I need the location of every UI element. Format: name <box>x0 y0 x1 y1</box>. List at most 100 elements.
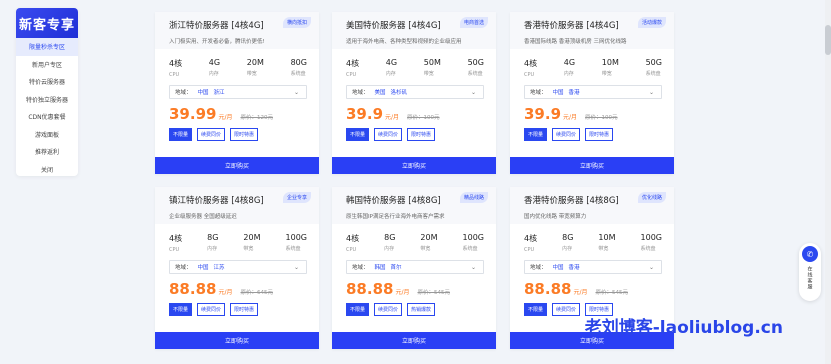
online-service-widget[interactable]: ✆ 在线客服 <box>799 243 821 301</box>
region-select[interactable]: 地域： 韩国 首尔 ⌄ <box>346 260 484 274</box>
tag-row: 不限量 续费同价 限时特惠 <box>510 123 674 141</box>
spec-disk: 80G <box>290 58 307 67</box>
product-badge: 电商首选 <box>459 17 488 28</box>
price-row: 39.99 元/月 原价：120元 <box>169 105 273 123</box>
new-customer-sidebar: 新客专享 限量秒杀专区 新用户专区 特价云服务器 特价独立服务器 CDN优惠套餐… <box>16 8 78 176</box>
spec-disk: 100G <box>285 233 307 242</box>
spec-ram: 8G <box>207 233 219 242</box>
price-value: 88.88 <box>169 280 217 298</box>
product-card: 镇江特价服务器 [4核8G] 企业级服务器 全国超级延迟 企业专享 4核 CPU … <box>155 187 319 349</box>
spec-disk: 50G <box>467 58 484 67</box>
spec-cpu: 4核 <box>169 59 183 68</box>
tag-renew: 续费同价 <box>374 128 403 141</box>
tag-promo: 限时特惠 <box>585 128 614 141</box>
region-select[interactable]: 地域： 中国 江苏 ⌄ <box>169 260 307 274</box>
sidebar-header: 新客专享 <box>16 8 78 38</box>
tag-row: 不限量 续费同价 限时特惠 <box>332 123 496 141</box>
sidebar-item-flash-sale[interactable]: 限量秒杀专区 <box>16 38 78 56</box>
spec-disk: 50G <box>645 58 662 67</box>
product-badge: 企业专享 <box>282 192 311 203</box>
buy-now-button[interactable]: 立即购买 <box>155 332 319 349</box>
buy-now-button[interactable]: 立即购买 <box>332 157 496 174</box>
spec-ram: 4G <box>385 58 398 67</box>
spec-cpu: 4核 <box>346 234 360 243</box>
spec-bandwidth: 20M <box>246 58 264 67</box>
original-price: 原价：545元 <box>595 290 628 296</box>
tag-renew: 续费同价 <box>197 303 226 316</box>
tag-hot: 热销爆款 <box>407 303 436 316</box>
price-row: 88.88 元/月 原价：545元 <box>346 280 450 298</box>
tag-unlimited: 不限量 <box>346 303 370 316</box>
spec-bandwidth: 20M <box>420 233 438 242</box>
tag-unlimited: 不限量 <box>524 128 548 141</box>
spec-bandwidth: 10M <box>601 58 619 67</box>
original-price: 原价：100元 <box>407 115 440 121</box>
spec-row: 4核 CPU 8G 内存 20M 带宽 100G 系统盘 <box>346 233 484 253</box>
chevron-down-icon: ⌄ <box>648 88 654 96</box>
tag-promo: 限时特惠 <box>230 303 259 316</box>
original-price: 原价：120元 <box>240 115 273 121</box>
tag-renew: 续费同价 <box>552 303 581 316</box>
sidebar-item-cdn[interactable]: CDN优惠套餐 <box>16 108 78 126</box>
sidebar-item-cloud-server[interactable]: 特价云服务器 <box>16 73 78 91</box>
spec-disk: 100G <box>640 233 662 242</box>
tag-row: 不限量 续费同价 限时特惠 <box>155 298 319 316</box>
product-card: 香港特价服务器 [4核4G] 香港国际线路 香港顶级机房 三网优化线路 活动爆款… <box>510 12 674 174</box>
price-value: 39.9 <box>346 105 384 123</box>
sidebar-item-new-user[interactable]: 新用户专区 <box>16 56 78 74</box>
chevron-down-icon: ⌄ <box>648 263 654 271</box>
product-card: 韩国特价服务器 [4核8G] 原生韩国IP满足各行业海外电商客户需求 精品线路 … <box>332 187 496 349</box>
region-select[interactable]: 地域： 中国 香港 ⌄ <box>524 260 662 274</box>
price-row: 39.9 元/月 原价：100元 <box>524 105 618 123</box>
sidebar-item-referral[interactable]: 推荐返利 <box>16 143 78 161</box>
chevron-down-icon: ⌄ <box>293 263 299 271</box>
spec-ram: 4G <box>563 58 576 67</box>
price-row: 39.9 元/月 原价：100元 <box>346 105 440 123</box>
chevron-down-icon: ⌄ <box>293 88 299 96</box>
product-desc: 入门极实用、开发者必备，腾讯价更低! <box>169 39 265 45</box>
tag-renew: 续费同价 <box>197 128 226 141</box>
spec-row: 4核 CPU 4G 内存 10M 带宽 50G 系统盘 <box>524 58 662 78</box>
tag-row: 不限量 续费同价 热销爆款 <box>332 298 496 316</box>
product-badge: 优化线路 <box>637 192 666 203</box>
price-value: 88.88 <box>524 280 572 298</box>
phone-icon: ✆ <box>802 246 818 262</box>
product-badge: 横向抵扣 <box>282 17 311 28</box>
region-select[interactable]: 地域： 美国 洛杉矶 ⌄ <box>346 85 484 99</box>
product-desc: 适用于海外电商、各种类型和视频的企业级应用 <box>346 39 462 45</box>
spec-row: 4核 CPU 8G 内存 10M 带宽 100G 系统盘 <box>524 233 662 253</box>
buy-now-button[interactable]: 立即购买 <box>332 332 496 349</box>
scrollbar-thumb[interactable] <box>825 25 831 55</box>
tag-unlimited: 不限量 <box>346 128 370 141</box>
tag-unlimited: 不限量 <box>169 128 193 141</box>
original-price: 原价：645元 <box>240 290 273 296</box>
product-desc: 原生韩国IP满足各行业海外电商客户需求 <box>346 214 445 220</box>
price-value: 88.88 <box>346 280 394 298</box>
original-price: 原价：545元 <box>417 290 450 296</box>
tag-unlimited: 不限量 <box>169 303 193 316</box>
watermark: 老刘博客-laoliublog.cn <box>584 318 783 338</box>
spec-row: 4核 CPU 4G 内存 50M 带宽 50G 系统盘 <box>346 58 484 78</box>
spec-row: 4核 CPU 8G 内存 20M 带宽 100G 系统盘 <box>169 233 307 253</box>
region-select[interactable]: 地域： 中国 浙江 ⌄ <box>169 85 307 99</box>
price-row: 88.88 元/月 原价：645元 <box>169 280 273 298</box>
buy-now-button[interactable]: 立即购买 <box>510 157 674 174</box>
spec-cpu: 4核 <box>346 59 360 68</box>
product-card: 浙江特价服务器 [4核4G] 入门极实用、开发者必备，腾讯价更低! 横向抵扣 4… <box>155 12 319 174</box>
product-desc: 香港国际线路 香港顶级机房 三网优化线路 <box>524 39 627 45</box>
page-scrollbar[interactable] <box>825 0 831 364</box>
spec-cpu: 4核 <box>524 59 538 68</box>
tag-unlimited: 不限量 <box>524 303 548 316</box>
chevron-down-icon: ⌄ <box>470 88 476 96</box>
spec-ram: 8G <box>384 233 396 242</box>
tag-renew: 续费同价 <box>374 303 403 316</box>
sidebar-item-dedicated-server[interactable]: 特价独立服务器 <box>16 91 78 109</box>
buy-now-button[interactable]: 立即购买 <box>155 157 319 174</box>
spec-cpu: 4核 <box>169 234 183 243</box>
sidebar-close[interactable]: 关闭 <box>16 161 78 179</box>
spec-bandwidth: 10M <box>598 233 616 242</box>
spec-bandwidth: 20M <box>243 233 261 242</box>
sidebar-item-game-panel[interactable]: 游戏面板 <box>16 126 78 144</box>
tag-row: 不限量 续费同价 限时特惠 <box>155 123 319 141</box>
region-select[interactable]: 地域： 中国 香港 ⌄ <box>524 85 662 99</box>
